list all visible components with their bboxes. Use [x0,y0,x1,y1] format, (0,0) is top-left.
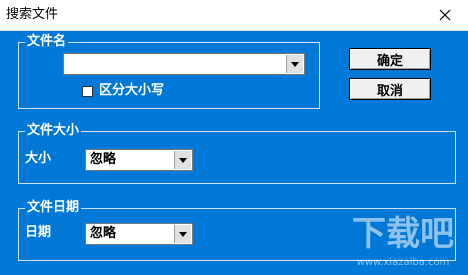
size-combobox[interactable]: 忽略 [85,149,193,171]
chevron-down-icon [179,157,187,163]
date-dropdown-button[interactable] [174,225,191,243]
chevron-down-icon [291,61,299,67]
filename-combobox[interactable] [63,53,305,75]
title-bar: 搜索文件 [0,0,468,31]
case-sensitive-label: 区分大小写 [99,83,165,98]
size-value: 忽略 [90,152,117,167]
ok-button[interactable]: 确定 [349,48,431,70]
date-label: 日期 [25,225,52,240]
filename-dropdown-button[interactable] [286,55,303,73]
close-button[interactable] [422,0,468,30]
chevron-down-icon [179,231,187,237]
date-value: 忽略 [90,226,117,241]
download-site-watermark-logo: 下载吧 www.xiazaiba.com [352,214,454,268]
size-group-legend: 文件大小 [25,123,82,139]
dialog-body: 文件名 区分大小写 确定 取消 文件大小 大小 忽略 文件日期 日期 忽略 下载… [2,31,466,273]
watermark-text: 下载吧 [352,214,454,254]
size-label: 大小 [25,151,52,166]
close-icon [439,9,451,21]
date-combobox[interactable]: 忽略 [85,223,193,245]
case-sensitive-checkbox[interactable] [82,86,93,97]
filename-group: 文件名 区分大小写 [18,34,320,109]
watermark-url: www.xiazaiba.com [357,257,450,268]
date-group-legend: 文件日期 [25,200,82,216]
window-title: 搜索文件 [6,7,59,22]
size-dropdown-button[interactable] [174,151,191,169]
filename-group-legend: 文件名 [25,34,69,50]
cancel-button[interactable]: 取消 [349,78,431,100]
size-group: 文件大小 大小 忽略 [18,123,456,184]
